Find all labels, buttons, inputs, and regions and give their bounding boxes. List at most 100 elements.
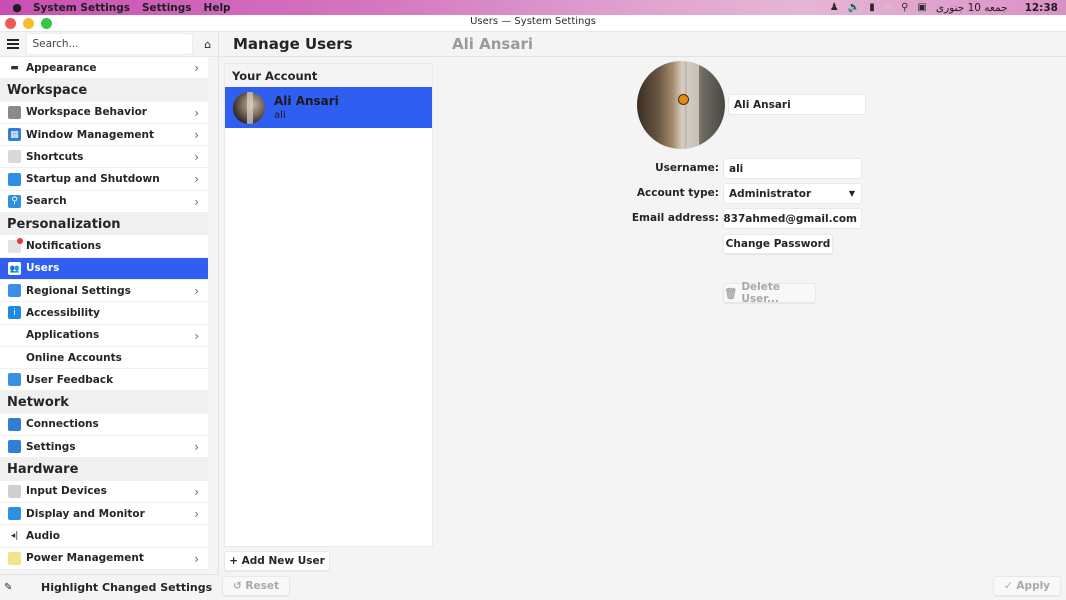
menu-system-settings[interactable]: System Settings [33, 2, 130, 14]
chevron-right-icon: › [194, 61, 199, 75]
sidebar-item-label: Window Management [26, 128, 155, 141]
chevron-right-icon: › [194, 440, 199, 455]
sidebar-item-user-feedback[interactable]: User Feedback [0, 369, 208, 392]
status-area: ♟ 🔊 ▮ ≈ ⚲ ▣ جمعه 10 جنوری 12:38 [830, 0, 1058, 15]
window-title: Users — System Settings [470, 16, 596, 27]
pen-icon: ✎ [4, 582, 13, 593]
chevron-right-icon: › [194, 194, 199, 209]
workspace-icon [8, 105, 21, 119]
sidebar-section-network: Network [0, 391, 208, 414]
menu-help[interactable]: Help [204, 2, 231, 14]
sidebar-item-online-accounts[interactable]: Online Accounts [0, 346, 208, 370]
trash-icon: 🗑 [724, 287, 738, 300]
user-avatar-large[interactable] [637, 61, 725, 149]
network-settings-icon [8, 440, 21, 454]
highlight-changed-settings-button[interactable]: ✎ Highlight Changed Settings [0, 574, 219, 600]
sidebar-item-label: Shortcuts [26, 150, 84, 163]
add-new-user-button[interactable]: + Add New User [224, 551, 330, 571]
sidebar-item-input-devices[interactable]: Input Devices › [0, 480, 208, 503]
username-field[interactable]: ali [723, 158, 862, 179]
chevron-right-icon: › [194, 506, 199, 521]
account-type-select[interactable]: Administrator ▼ [723, 183, 862, 204]
account-type-value: Administrator [729, 187, 812, 200]
sidebar-item-label: Search [26, 195, 67, 208]
username-label: Username: [655, 162, 719, 174]
sidebar-item-shortcuts[interactable]: Shortcuts › [0, 146, 208, 169]
sidebar-item-accessibility[interactable]: i Accessibility [0, 302, 208, 325]
window-icon: ▦ [8, 128, 21, 142]
sidebar-item-connections[interactable]: Connections [0, 413, 208, 437]
shortcuts-icon [8, 150, 21, 164]
volume-icon[interactable]: 🔊 [848, 2, 860, 13]
sidebar-item-window-management[interactable]: ▦ Window Management › [0, 123, 208, 147]
sidebar-item-regional-settings[interactable]: Regional Settings › [0, 279, 208, 303]
sidebar-item-audio[interactable]: ◂| Audio [0, 525, 208, 548]
change-password-button[interactable]: Change Password [723, 234, 833, 254]
home-icon[interactable]: ⌂ [202, 37, 215, 51]
battery-icon[interactable]: ▮ [869, 2, 875, 13]
delete-user-label: Delete User... [741, 281, 781, 305]
page-title: Manage Users [233, 35, 353, 53]
lightbulb-icon [8, 551, 21, 565]
chevron-right-icon: › [194, 150, 199, 165]
sidebar-item-display-and-monitor[interactable]: Display and Monitor › [0, 502, 208, 526]
sidebar-header: ⌂ [0, 32, 218, 57]
menu-bar: ● System Settings Settings Help ♟ 🔊 ▮ ≈ … [0, 0, 1066, 15]
user-avatar [233, 91, 265, 124]
chevron-right-icon: › [194, 127, 199, 142]
search-icon[interactable]: ⚲ [901, 2, 908, 13]
sidebar-item-startup-and-shutdown[interactable]: Startup and Shutdown › [0, 168, 208, 191]
apple-logo-icon[interactable]: ● [10, 1, 24, 14]
network-icon [8, 417, 21, 431]
user-login: ali [274, 110, 286, 121]
sidebar-item-search[interactable]: ⚲ Search › [0, 190, 208, 214]
sidebar-item-label: Accessibility [26, 306, 100, 319]
blank-icon [8, 329, 21, 342]
chevron-right-icon: › [194, 283, 199, 298]
sidebar-item-label: Startup and Shutdown [26, 173, 160, 186]
highlight-changed-settings-label: Highlight Changed Settings [41, 581, 213, 594]
chevron-right-icon: › [194, 551, 199, 566]
control-center-icon[interactable]: ▣ [917, 2, 926, 13]
sidebar-item-label: Workspace Behavior [26, 106, 147, 119]
globe-icon [8, 351, 21, 364]
title-bar: Users — System Settings [0, 15, 1066, 32]
sidebar-item-applications[interactable]: Applications › [0, 324, 208, 347]
hamburger-menu-icon[interactable] [7, 37, 20, 51]
sidebar-item-workspace-behavior[interactable]: Workspace Behavior › [0, 101, 208, 124]
sidebar-item-label: Display and Monitor [26, 507, 145, 520]
apply-button[interactable]: ✓ Apply [993, 576, 1061, 596]
wifi-icon[interactable]: ≈ [884, 2, 892, 13]
sidebar-item-label: Power Management [26, 552, 144, 565]
email-field[interactable]: 09837ahmed@gmail.com [723, 208, 862, 229]
search-input[interactable] [25, 33, 193, 55]
sidebar-item-appearance[interactable]: ▬ Appearance › [0, 57, 208, 80]
sidebar-item-label: Notifications [26, 240, 102, 253]
startup-icon [8, 172, 21, 186]
sidebar-item-label: Appearance [26, 61, 97, 74]
sidebar-item-label: Online Accounts [26, 351, 122, 364]
sidebar-item-label: User Feedback [26, 373, 114, 386]
your-account-header: Your Account [225, 64, 432, 87]
sidebar-item-notifications[interactable]: Notifications [0, 235, 208, 258]
sidebar: ⌂ ▬Appearance›WorkspaceWorkspace Behavio… [0, 32, 219, 600]
sidebar-item-settings[interactable]: Settings › [0, 436, 208, 459]
sidebar-item-users[interactable]: 👥 Users [0, 257, 208, 280]
sidebar-section-hardware: Hardware [0, 458, 208, 481]
account-type-label: Account type: [636, 187, 719, 199]
clock[interactable]: 12:38 [1025, 2, 1058, 14]
search-icon: ⚲ [8, 194, 21, 208]
sidebar-item-power-management[interactable]: Power Management › [0, 547, 208, 570]
sidebar-item-label: Applications [26, 329, 100, 342]
full-name-field[interactable]: Ali Ansari [728, 94, 866, 115]
selected-user-title: Ali Ansari [452, 35, 533, 53]
dropdown-arrow-icon: ▼ [848, 189, 855, 198]
user-list-item[interactable]: Ali Ansari ali [225, 87, 432, 128]
sidebar-item-label: Audio [26, 529, 60, 542]
user-icon[interactable]: ♟ [830, 2, 839, 13]
users-list: Your Account Ali Ansari ali [224, 63, 433, 547]
appearance-icon: ▬ [10, 62, 19, 73]
reset-button[interactable]: ↺ Reset [222, 576, 290, 596]
delete-user-button[interactable]: 🗑 Delete User... [723, 281, 816, 305]
menu-settings[interactable]: Settings [142, 2, 192, 14]
